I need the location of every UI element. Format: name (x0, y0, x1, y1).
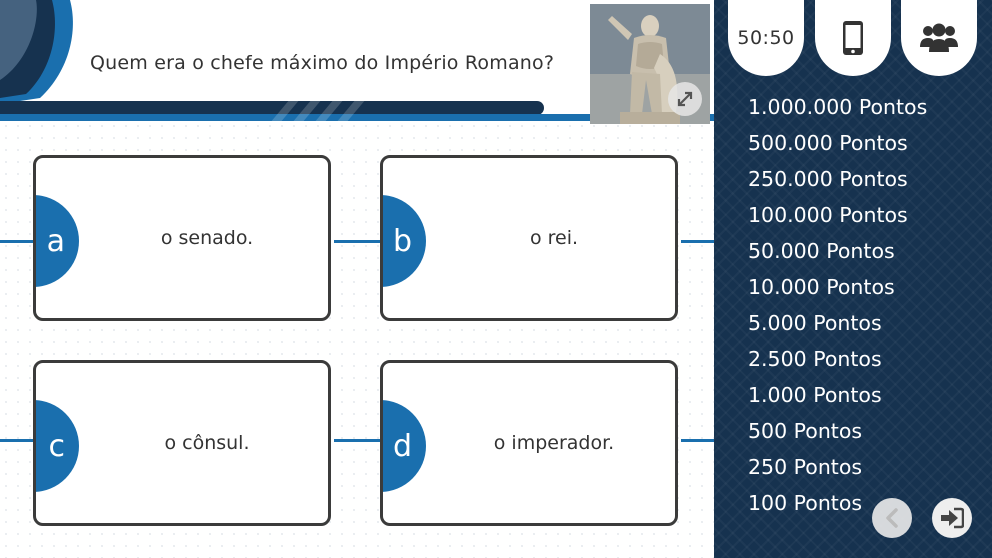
answer-text: o imperador. (493, 432, 615, 454)
prize-level: 500 Pontos (748, 419, 863, 443)
lifeline-fifty-fifty-label: 50:50 (737, 27, 795, 49)
answer-letter-badge: d (383, 400, 426, 492)
expand-image-button[interactable] (668, 82, 702, 116)
prize-level: 500.000 Pontos (748, 131, 908, 155)
audience-icon (920, 23, 958, 52)
lifeline-phone-button[interactable] (815, 0, 891, 76)
question-text: Quem era o chefe máximo do Império Roman… (90, 52, 555, 74)
prize-level: 250.000 Pontos (748, 167, 908, 191)
answer-text: o cônsul. (164, 432, 250, 454)
prize-level: 1.000 Pontos (748, 383, 882, 407)
connector-line (334, 439, 382, 442)
lifeline-fifty-fifty-button[interactable]: 50:50 (728, 0, 804, 76)
lifeline-audience-button[interactable] (901, 0, 977, 76)
connector-line (0, 439, 34, 442)
prize-level: 2.500 Pontos (748, 347, 882, 371)
phone-icon (843, 21, 863, 55)
prize-ladder: 1.000.000 Pontos 500.000 Pontos 250.000 … (727, 89, 973, 521)
prize-level-current: 250 Pontos (727, 449, 973, 485)
connector-line (0, 240, 34, 243)
previous-button[interactable] (872, 498, 912, 538)
prize-sidebar: 50:50 1.000.000 Pontos 500.000 Pontos 25… (714, 0, 992, 558)
connector-line (681, 240, 714, 243)
prize-level: 100.000 Pontos (748, 203, 908, 227)
prize-level: 50.000 Pontos (748, 239, 895, 263)
exit-button[interactable] (932, 498, 972, 538)
connector-line (681, 439, 714, 442)
header-corner-decoration (0, 0, 73, 104)
question-header: Quem era o chefe máximo do Império Roman… (0, 0, 714, 124)
sign-in-icon (941, 507, 964, 529)
question-image[interactable] (590, 4, 710, 124)
prize-level: 5.000 Pontos (748, 311, 882, 335)
answer-option-b[interactable]: b o rei. (380, 155, 678, 321)
prize-level: 10.000 Pontos (748, 275, 895, 299)
answer-option-a[interactable]: a o senado. (33, 155, 331, 321)
connector-line (334, 240, 382, 243)
answer-letter-badge: c (36, 400, 79, 492)
answer-option-c[interactable]: c o cônsul. (33, 360, 331, 526)
answer-letter-badge: a (36, 195, 79, 287)
game-area: Quem era o chefe máximo do Império Roman… (0, 0, 714, 558)
expand-icon (677, 91, 693, 107)
answer-letter-badge: b (383, 195, 426, 287)
chevron-left-icon (886, 508, 898, 528)
answer-text: o rei. (529, 227, 579, 249)
prize-level: 1.000.000 Pontos (748, 95, 928, 119)
header-stripes (250, 101, 400, 121)
answer-text: o senado. (160, 227, 254, 249)
answer-option-d[interactable]: d o imperador. (380, 360, 678, 526)
